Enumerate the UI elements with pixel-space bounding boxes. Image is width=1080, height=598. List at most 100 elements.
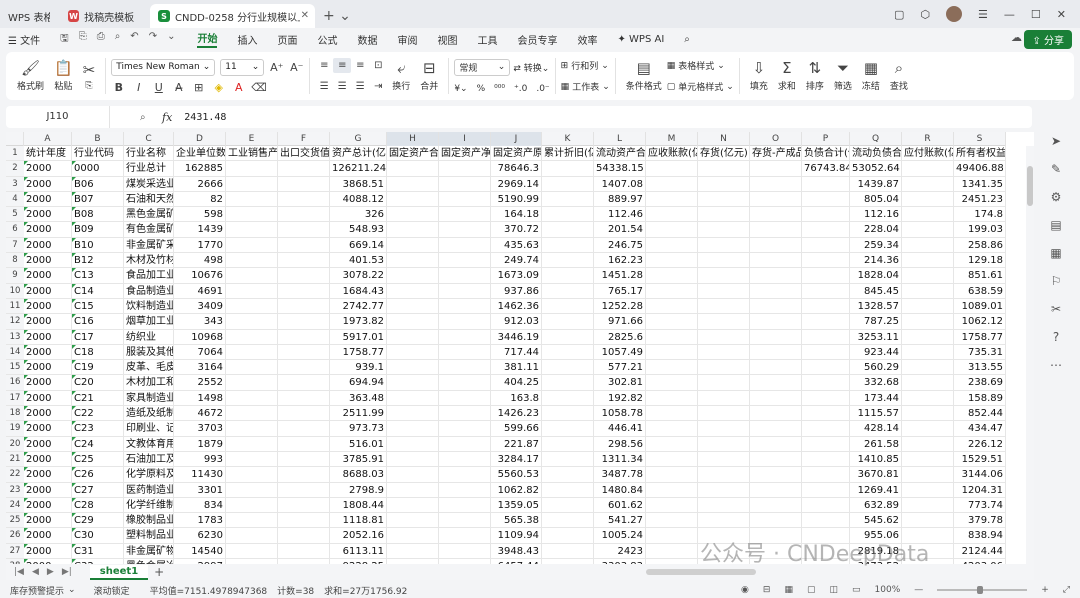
- table-cell[interactable]: C25: [72, 451, 124, 468]
- table-cell[interactable]: [387, 513, 439, 529]
- table-cell[interactable]: [646, 513, 698, 529]
- table-cell[interactable]: [750, 482, 802, 498]
- layers-icon[interactable]: ▤: [1050, 218, 1061, 232]
- merge-button[interactable]: ⊟ 合并: [415, 54, 443, 98]
- number-format-select[interactable]: 常规 ⌄: [454, 58, 511, 76]
- table-cell[interactable]: [698, 283, 750, 299]
- table-cell[interactable]: 2000: [24, 406, 72, 422]
- table-cell[interactable]: [278, 406, 330, 422]
- table-cell[interactable]: [226, 421, 278, 437]
- save-icon[interactable]: 🖫: [60, 31, 69, 48]
- table-cell[interactable]: 1252.28: [594, 298, 646, 315]
- table-cell[interactable]: 文教体育用: [124, 436, 174, 452]
- table-cell[interactable]: 皮革、毛皮: [124, 360, 174, 376]
- table-cell[interactable]: [226, 207, 278, 223]
- table-cell[interactable]: 2742.77: [330, 298, 387, 315]
- table-cell[interactable]: 木材及竹材: [124, 253, 174, 269]
- table-cell[interactable]: 937.86: [491, 283, 542, 299]
- table-cell[interactable]: 2000: [24, 360, 72, 376]
- table-cell[interactable]: [387, 497, 439, 514]
- table-cell[interactable]: [646, 528, 698, 544]
- table-cell[interactable]: 246.75: [594, 237, 646, 254]
- table-cell[interactable]: [387, 375, 439, 391]
- table-cell[interactable]: 2825.6: [594, 329, 646, 345]
- column-title-cell[interactable]: 工业销售产值: [226, 146, 278, 162]
- table-cell[interactable]: [902, 253, 954, 269]
- table-cell[interactable]: [646, 161, 698, 177]
- table-cell[interactable]: 1684.43: [330, 283, 387, 299]
- table-cell[interactable]: [542, 329, 594, 345]
- table-cell[interactable]: B12: [72, 253, 124, 269]
- table-cell[interactable]: [278, 283, 330, 299]
- table-cell[interactable]: [387, 543, 439, 560]
- table-cell[interactable]: [802, 360, 850, 376]
- thousands-icon[interactable]: ⁰⁰⁰: [494, 84, 505, 94]
- table-cell[interactable]: 10968: [174, 329, 226, 345]
- table-cell[interactable]: 2000: [24, 283, 72, 299]
- table-cell[interactable]: [902, 298, 954, 315]
- table-cell[interactable]: [902, 482, 954, 498]
- table-cell[interactable]: 912.03: [491, 314, 542, 330]
- zoom-level[interactable]: 100%: [875, 585, 901, 595]
- row-header[interactable]: 6: [6, 222, 24, 238]
- table-cell[interactable]: C26: [72, 467, 124, 483]
- table-cell[interactable]: 2000: [24, 237, 72, 254]
- table-cell[interactable]: 1462.36: [491, 298, 542, 315]
- horizontal-scrollbar[interactable]: [646, 569, 756, 575]
- table-cell[interactable]: [750, 467, 802, 483]
- row-col-button[interactable]: ⊞ 行和列 ⌄: [561, 59, 610, 73]
- table-cell[interactable]: [226, 314, 278, 330]
- fill-color-icon[interactable]: ◈: [211, 81, 226, 94]
- table-cell[interactable]: [646, 360, 698, 376]
- search-icon[interactable]: ⌕: [684, 34, 690, 45]
- table-cell[interactable]: 2000: [24, 467, 72, 483]
- table-cell[interactable]: [439, 253, 491, 269]
- table-cell[interactable]: [542, 237, 594, 254]
- table-cell[interactable]: 1498: [174, 390, 226, 407]
- table-cell[interactable]: [802, 390, 850, 407]
- table-cell[interactable]: 3670.81: [850, 467, 902, 483]
- table-cell[interactable]: 343: [174, 314, 226, 330]
- table-cell[interactable]: [439, 513, 491, 529]
- table-cell[interactable]: 0000: [72, 161, 124, 177]
- wrap-text-icon[interactable]: ⊡: [369, 58, 387, 73]
- table-cell[interactable]: 163.8: [491, 390, 542, 407]
- table-cell[interactable]: [750, 298, 802, 315]
- column-title-cell[interactable]: 存货-产成品: [750, 146, 802, 162]
- row-header[interactable]: 16: [6, 375, 24, 391]
- table-cell[interactable]: 199.03: [954, 222, 1006, 238]
- row-header[interactable]: 23: [6, 482, 24, 498]
- table-cell[interactable]: [902, 268, 954, 284]
- table-cell[interactable]: [802, 207, 850, 223]
- table-cell[interactable]: 1058.78: [594, 406, 646, 422]
- table-cell[interactable]: 1410.85: [850, 451, 902, 468]
- table-cell[interactable]: [278, 344, 330, 361]
- wrap-button[interactable]: ⤶ 换行: [387, 54, 415, 98]
- row-header[interactable]: 21: [6, 451, 24, 468]
- table-cell[interactable]: [902, 467, 954, 483]
- row-header[interactable]: 10: [6, 283, 24, 299]
- table-cell[interactable]: 2000: [24, 207, 72, 223]
- sheet-tab-sheet1[interactable]: sheet1: [89, 564, 149, 580]
- table-cell[interactable]: [802, 222, 850, 238]
- table-cell[interactable]: [439, 482, 491, 498]
- cell-area[interactable]: 统计年度行业代码行业名称企业单位数工业销售产值出口交货值资产总计(亿固定资产合计…: [24, 146, 1006, 564]
- table-cell[interactable]: [902, 222, 954, 238]
- table-cell[interactable]: [278, 253, 330, 269]
- table-cell[interactable]: [278, 207, 330, 223]
- table-cell[interactable]: 112.46: [594, 207, 646, 223]
- table-cell[interactable]: 2000: [24, 222, 72, 238]
- menu-tools[interactable]: 工具: [477, 32, 497, 47]
- table-cell[interactable]: [387, 406, 439, 422]
- redo-icon[interactable]: ↷: [149, 31, 157, 48]
- table-cell[interactable]: 1057.49: [594, 344, 646, 361]
- table-cell[interactable]: [278, 222, 330, 238]
- table-cell[interactable]: 1770: [174, 237, 226, 254]
- table-cell[interactable]: 饮料制造业: [124, 298, 174, 315]
- table-cell[interactable]: [226, 161, 278, 177]
- table-cell[interactable]: [542, 191, 594, 208]
- table-cell[interactable]: 82: [174, 191, 226, 208]
- table-cell[interactable]: 1973.82: [330, 314, 387, 330]
- row-header[interactable]: 1: [6, 146, 24, 162]
- tab-template[interactable]: W 找稿壳模板: [60, 4, 148, 28]
